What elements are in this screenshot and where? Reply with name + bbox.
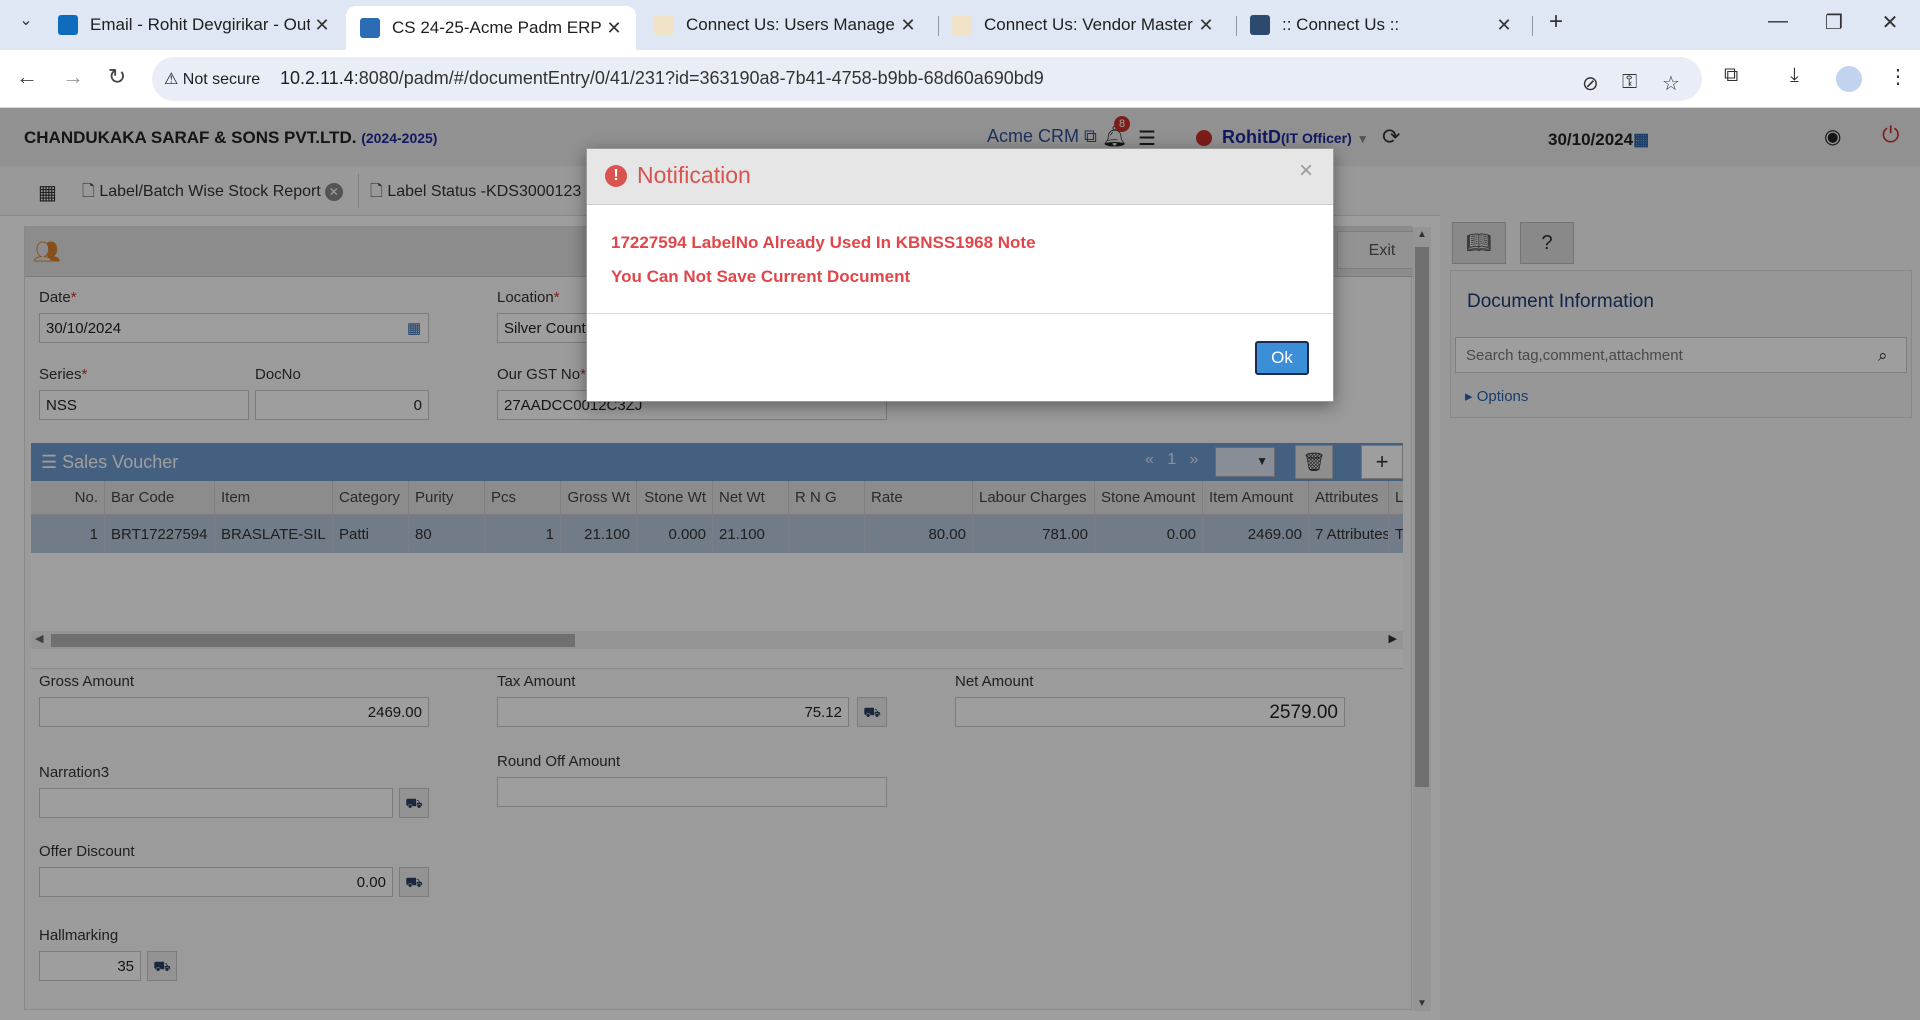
security-indicator[interactable]: ⚠ Not secure — [164, 69, 260, 89]
outlook-icon — [58, 15, 78, 35]
bookmark-star-icon[interactable]: ☆ — [1662, 71, 1680, 96]
close-icon[interactable]: ✕ — [602, 18, 626, 39]
reload-icon[interactable]: ↻ — [102, 64, 132, 90]
camera-blocked-icon[interactable]: ⊘ — [1582, 71, 1599, 96]
profile-avatar[interactable] — [1836, 66, 1862, 92]
minimize-icon[interactable]: — — [1758, 10, 1798, 33]
alert-icon: ! — [605, 165, 627, 187]
browser-tab-vendor[interactable]: Connect Us: Vendor Master ✕ — [938, 8, 1228, 42]
forward-icon[interactable]: → — [58, 64, 88, 90]
back-icon[interactable]: ← — [12, 64, 42, 90]
browser-tab-users[interactable]: Connect Us: Users Management ✕ — [640, 8, 930, 42]
tab-title: CS 24-25-Acme Padm ERP Platf — [392, 18, 602, 37]
dialog-divider — [587, 313, 1333, 314]
dialog-message-line1: 17227594 LabelNo Already Used In KBNSS19… — [611, 233, 1036, 252]
restore-icon[interactable]: ❐ — [1814, 10, 1854, 35]
browser-tab-erp[interactable]: CS 24-25-Acme Padm ERP Platf ✕ — [346, 6, 636, 50]
tab-title: Email - Rohit Devgirikar - Outlo — [90, 15, 310, 34]
connect-icon — [952, 15, 972, 35]
extensions-icon[interactable]: ⧉ — [1724, 64, 1738, 87]
dialog-message-line2: You Can Not Save Current Document — [611, 267, 911, 286]
browser-tab-connect[interactable]: :: Connect Us :: ✕ — [1236, 8, 1526, 42]
react-icon — [1250, 15, 1270, 35]
url-text[interactable]: 10.2.11.4:8080/padm/#/documentEntry/0/41… — [280, 68, 1044, 89]
notification-dialog: ! Notification × 17227594 LabelNo Alread… — [586, 148, 1334, 402]
omnibox[interactable]: ⚠ Not secure 10.2.11.4:8080/padm/#/docum… — [152, 57, 1702, 101]
ok-button[interactable]: Ok — [1255, 341, 1309, 375]
tab-title: :: Connect Us :: — [1282, 15, 1400, 34]
new-tab-icon[interactable]: + — [1536, 8, 1576, 36]
address-bar-row: ← → ↻ ⚠ Not secure 10.2.11.4:8080/padm/#… — [0, 50, 1920, 108]
tab-search-icon[interactable]: ⌄ — [6, 10, 46, 30]
close-icon[interactable]: ✕ — [896, 15, 920, 36]
close-window-icon[interactable]: ✕ — [1870, 10, 1910, 35]
dialog-title: Notification — [637, 162, 751, 188]
menu-dots-icon[interactable]: ⋮ — [1888, 64, 1908, 89]
tab-title: Connect Us: Vendor Master — [984, 15, 1193, 34]
close-icon[interactable]: ✕ — [1194, 15, 1218, 36]
connect-icon — [654, 15, 674, 35]
browser-tab-strip: ⌄ Email - Rohit Devgirikar - Outlo ✕ CS … — [0, 0, 1920, 50]
key-icon[interactable]: ⚿ — [1622, 71, 1637, 94]
url-path: :8080/padm/#/documentEntry/0/41/231?id=3… — [353, 68, 1044, 88]
close-icon[interactable]: × — [1299, 157, 1313, 185]
download-icon[interactable]: ⤓ — [1790, 64, 1799, 87]
tab-title: Connect Us: Users Management — [686, 15, 896, 34]
dialog-header: ! Notification × — [587, 149, 1333, 205]
close-icon[interactable]: ✕ — [1492, 15, 1516, 36]
browser-tab-email[interactable]: Email - Rohit Devgirikar - Outlo ✕ — [44, 8, 344, 42]
url-host: 10.2.11.4 — [280, 68, 354, 88]
close-icon[interactable]: ✕ — [310, 15, 334, 36]
tab-separator — [1532, 16, 1533, 36]
not-secure-label: Not secure — [182, 71, 261, 88]
erp-icon — [360, 18, 380, 38]
